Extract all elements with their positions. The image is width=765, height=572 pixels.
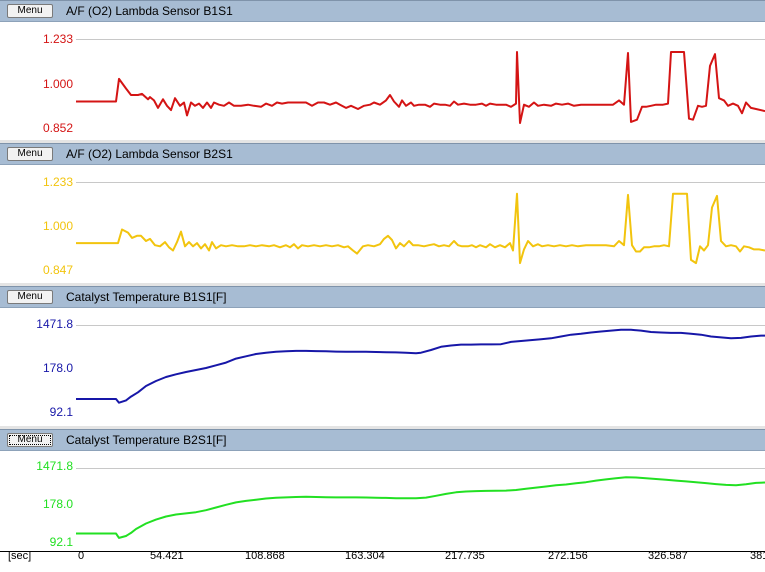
series-line [76, 476, 765, 539]
cat-temp-b1s1-chart [76, 328, 765, 404]
time-axis: [sec] 0 54.421 108.868 163.304 217.735 2… [0, 551, 765, 562]
x-axis-unit: [sec] [8, 551, 32, 562]
x-tick: 0 [78, 551, 85, 562]
lambda-b2s1-chart [76, 192, 765, 265]
x-tick: 326.587 [648, 551, 688, 562]
series-line [76, 328, 765, 404]
lambda-b1s1-chart [76, 51, 765, 124]
x-tick: 272.156 [548, 551, 588, 562]
x-tick: 54.421 [150, 551, 184, 562]
graph-panel-cat-temp-b1s1: Menu Catalyst Temperature B1S1[F] 1471.8… [0, 286, 765, 429]
x-tick: 163.304 [345, 551, 385, 562]
x-tick: 217.735 [445, 551, 485, 562]
series-line [76, 51, 765, 124]
x-tick: 108.868 [245, 551, 285, 562]
graph-panel-lambda-b1s1: Menu A/F (O2) Lambda Sensor B1S1 1.233 1… [0, 0, 765, 143]
x-tick: 381 [750, 551, 765, 562]
graph-panel-lambda-b2s1: Menu A/F (O2) Lambda Sensor B2S1 1.233 1… [0, 143, 765, 286]
series-line [76, 192, 765, 265]
